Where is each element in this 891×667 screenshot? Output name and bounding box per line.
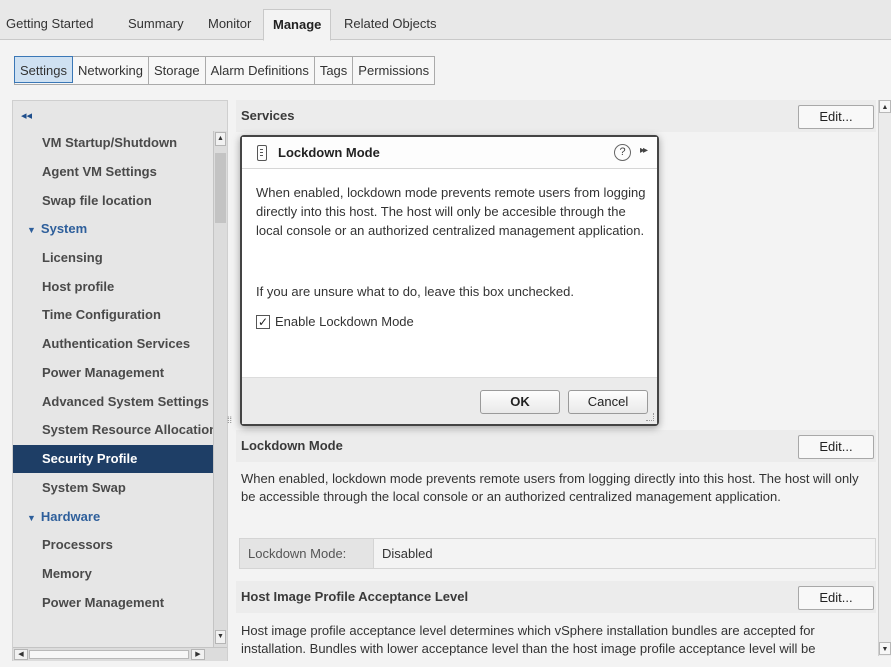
subtab-networking[interactable]: Networking (73, 57, 150, 84)
acceptance-description: Host image profile acceptance level dete… (241, 623, 816, 656)
section-title: Lockdown Mode (241, 438, 343, 453)
sidebar-vertical-scrollbar[interactable]: ▲ ▼ (213, 131, 227, 647)
host-icon (257, 145, 267, 161)
sidebar-item-security-profile[interactable]: Security Profile (13, 445, 213, 473)
subtab-storage[interactable]: Storage (149, 57, 206, 84)
sidebar-group-hardware[interactable]: ▼ Hardware (13, 503, 213, 531)
collapse-sidebar-icon[interactable]: ◂◂ (21, 109, 32, 122)
subtab-alarm-definitions[interactable]: Alarm Definitions (206, 57, 315, 84)
sidebar-item-advanced-system-settings[interactable]: Advanced System Settings (13, 388, 213, 416)
ok-button[interactable]: OK (480, 390, 560, 414)
scroll-thumb[interactable] (29, 650, 189, 659)
dialog-note: If you are unsure what to do, leave this… (256, 284, 574, 299)
sidebar-group-label: System (40, 221, 88, 236)
sidebar-item-vm-startup-shutdown[interactable]: VM Startup/Shutdown (13, 129, 213, 157)
services-edit-button[interactable]: Edit... (798, 105, 874, 129)
scroll-up-arrow-icon[interactable]: ▲ (215, 132, 226, 146)
expand-triangle-icon: ▼ (27, 225, 36, 235)
sidebar-group-label: Hardware (40, 509, 101, 524)
sidebar-item-swap-file-location[interactable]: Swap file location (13, 187, 213, 215)
lockdown-mode-property: Lockdown Mode: Disabled (239, 538, 876, 569)
sidebar-item-system-resource-allocation[interactable]: System Resource Allocation (13, 416, 213, 444)
scroll-right-arrow-icon[interactable]: ▶ (191, 649, 205, 660)
property-key: Lockdown Mode: (240, 539, 374, 568)
scroll-down-arrow-icon[interactable]: ▼ (879, 642, 891, 655)
scroll-thumb[interactable] (215, 153, 226, 223)
sidebar-nav-list: VM Startup/Shutdown Agent VM Settings Sw… (13, 129, 213, 639)
tab-summary[interactable]: Summary (128, 13, 184, 35)
resize-grip-icon[interactable] (646, 413, 654, 421)
section-title: Host Image Profile Acceptance Level (241, 589, 469, 604)
section-title: Services (241, 108, 295, 123)
content-vertical-scrollbar[interactable]: ▲ ▼ (878, 100, 891, 656)
acceptance-section-header: Host Image Profile Acceptance Level Edit… (236, 581, 876, 613)
sidebar-horizontal-scrollbar[interactable]: ◀ ▶ (13, 647, 227, 661)
sub-tab-bar: Settings Networking Storage Alarm Defini… (14, 56, 436, 85)
lockdown-section-header: Lockdown Mode Edit... (236, 430, 876, 462)
tab-related-objects[interactable]: Related Objects (344, 13, 437, 35)
lockdown-mode-dialog: Lockdown Mode ? ▸▸ When enabled, lockdow… (240, 135, 659, 426)
lockdown-edit-button[interactable]: Edit... (798, 435, 874, 459)
cancel-button[interactable]: Cancel (568, 390, 648, 414)
sidebar-group-system[interactable]: ▼ System (13, 215, 213, 243)
scroll-left-arrow-icon[interactable]: ◀ (14, 649, 28, 660)
expand-dialog-icon[interactable]: ▸▸ (640, 145, 648, 156)
lockdown-description: When enabled, lockdown mode prevents rem… (241, 471, 859, 504)
tab-getting-started[interactable]: Getting Started (6, 13, 93, 35)
sidebar-item-agent-vm-settings[interactable]: Agent VM Settings (13, 158, 213, 186)
dialog-title: Lockdown Mode (278, 145, 380, 160)
services-section-header: Services Edit... (236, 100, 876, 132)
sidebar-item-hw-power-management[interactable]: Power Management (13, 589, 213, 617)
sidebar-item-licensing[interactable]: Licensing (13, 244, 213, 272)
enable-lockdown-checkbox[interactable]: ✓ (256, 315, 270, 329)
top-tab-bar: Getting Started Summary Monitor Manage R… (0, 0, 891, 41)
splitter-grip-icon[interactable]: ⁞⁞ (227, 415, 232, 425)
sidebar-item-host-profile[interactable]: Host profile (13, 273, 213, 301)
settings-sidebar: ◂◂ VM Startup/Shutdown Agent VM Settings… (12, 100, 232, 661)
subtab-settings[interactable]: Settings (14, 56, 73, 83)
scroll-down-arrow-icon[interactable]: ▼ (215, 630, 226, 644)
acceptance-edit-button[interactable]: Edit... (798, 586, 874, 610)
tab-monitor[interactable]: Monitor (208, 13, 251, 35)
property-value: Disabled (382, 546, 433, 561)
sidebar-item-system-swap[interactable]: System Swap (13, 474, 213, 502)
sidebar-item-processors[interactable]: Processors (13, 531, 213, 559)
subtab-permissions[interactable]: Permissions (353, 57, 434, 84)
sidebar-item-power-management[interactable]: Power Management (13, 359, 213, 387)
help-icon[interactable]: ? (614, 144, 631, 161)
sidebar-item-authentication-services[interactable]: Authentication Services (13, 330, 213, 358)
checkbox-label[interactable]: Enable Lockdown Mode (275, 314, 414, 329)
dialog-footer: OK Cancel (242, 377, 657, 424)
tab-manage[interactable]: Manage (263, 9, 332, 41)
sidebar-item-time-configuration[interactable]: Time Configuration (13, 301, 213, 329)
dialog-description: When enabled, lockdown mode prevents rem… (256, 185, 646, 238)
scroll-up-arrow-icon[interactable]: ▲ (879, 100, 891, 113)
subtab-tags[interactable]: Tags (315, 57, 354, 84)
dialog-title-bar: Lockdown Mode ? ▸▸ (242, 137, 657, 169)
sidebar-item-memory[interactable]: Memory (13, 560, 213, 588)
expand-triangle-icon: ▼ (27, 513, 36, 523)
